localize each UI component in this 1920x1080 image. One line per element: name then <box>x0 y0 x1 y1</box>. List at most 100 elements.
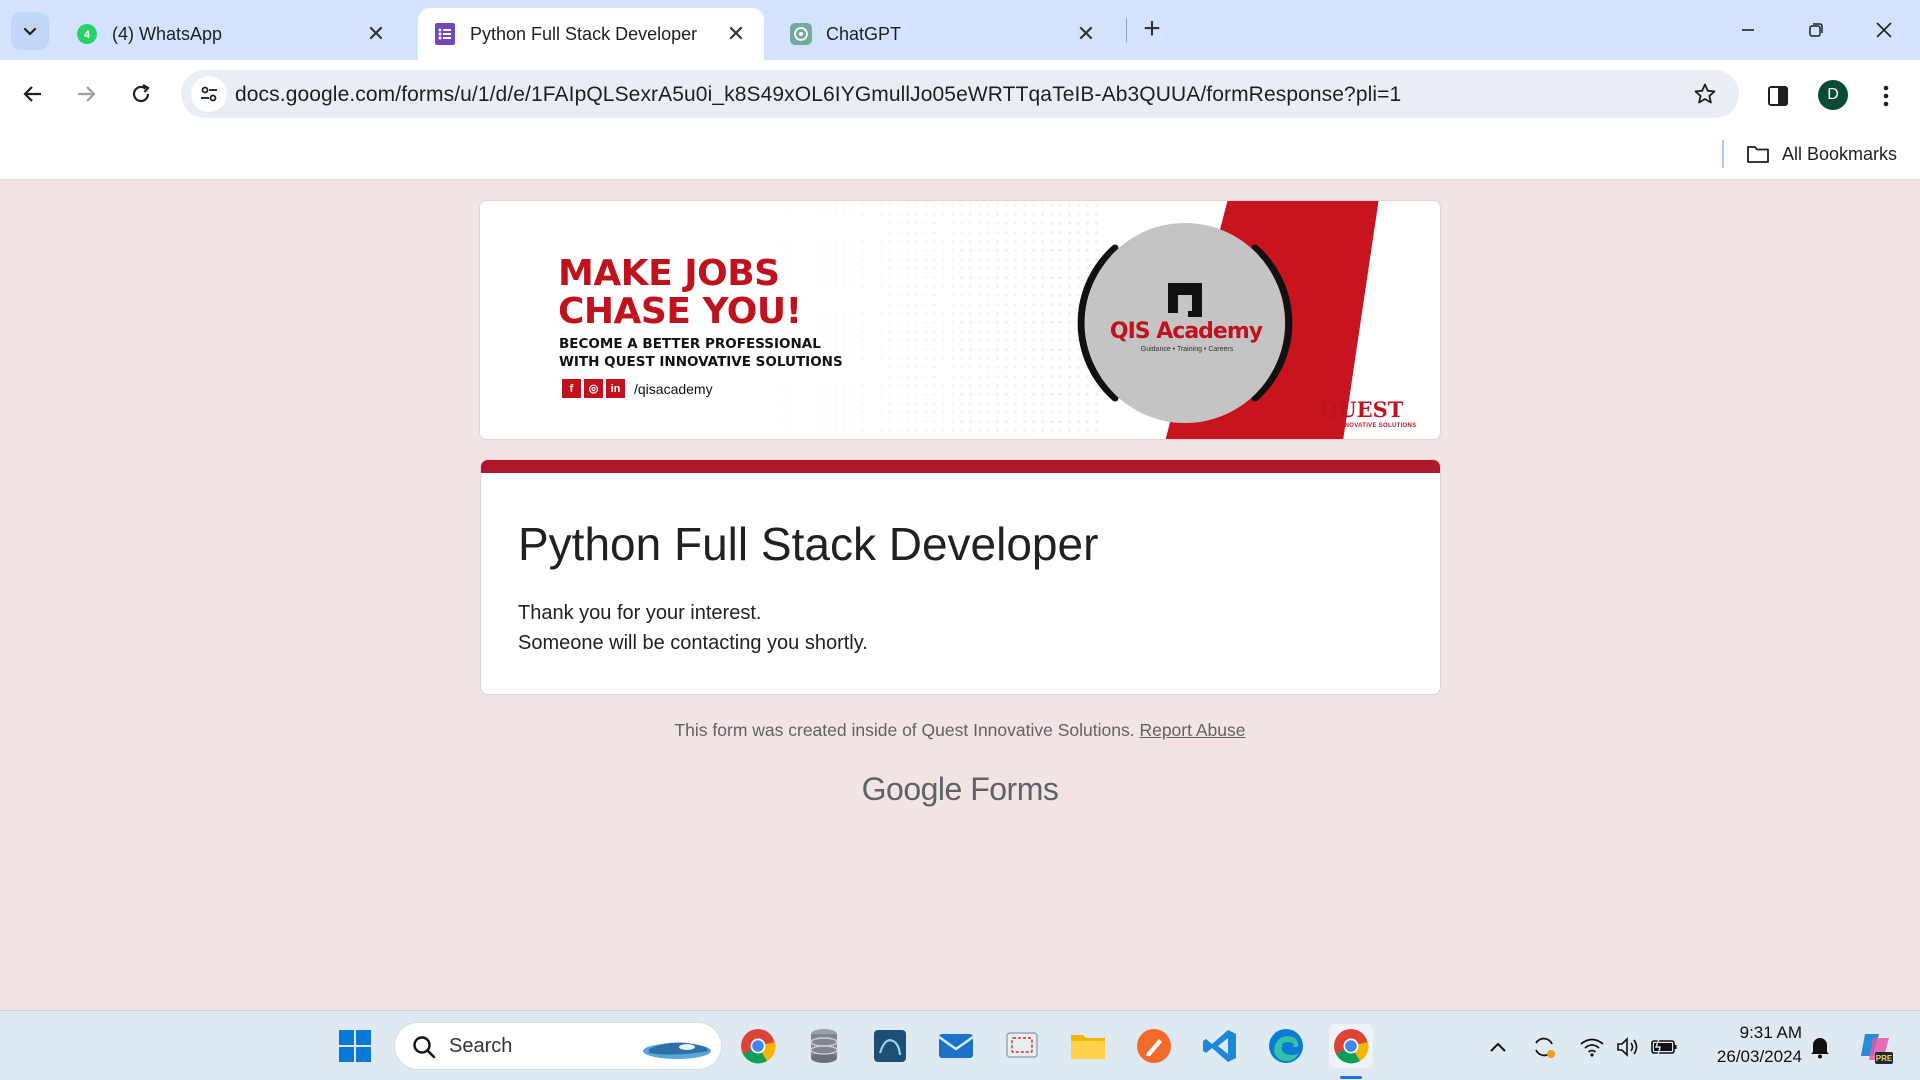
menu-button[interactable] <box>1872 80 1900 112</box>
tab-google-form[interactable]: Python Full Stack Developer ✕ <box>418 8 764 60</box>
close-icon[interactable]: ✕ <box>364 21 388 46</box>
tune-icon <box>201 86 217 102</box>
battery-tray-icon[interactable] <box>1650 1033 1678 1061</box>
tab-search-button[interactable] <box>11 12 49 50</box>
wifi-tray-icon[interactable] <box>1578 1033 1606 1061</box>
chevron-down-icon <box>23 27 37 36</box>
back-button[interactable] <box>13 74 53 114</box>
side-panel-icon <box>1768 86 1788 106</box>
copilot-button[interactable]: PRE <box>1856 1027 1896 1067</box>
site-info-button[interactable] <box>191 76 227 112</box>
taskbar-vscode[interactable] <box>1198 1024 1242 1068</box>
taskbar-file-explorer[interactable] <box>1066 1024 1110 1068</box>
linkedin-icon: in <box>606 379 625 398</box>
taskbar-search[interactable]: Search <box>394 1022 722 1070</box>
taskbar-snipping[interactable] <box>1000 1024 1044 1068</box>
windows-logo-icon <box>339 1030 371 1062</box>
svg-text:4: 4 <box>84 29 91 41</box>
taskbar-chrome-active[interactable] <box>1329 1024 1373 1068</box>
footer-note-text: This form was created inside of Quest In… <box>674 720 1135 740</box>
active-app-indicator <box>1340 1076 1362 1079</box>
copilot-icon: PRE <box>1861 1034 1893 1064</box>
all-bookmarks-label: All Bookmarks <box>1782 143 1898 164</box>
taskbar-chrome[interactable] <box>736 1024 780 1068</box>
facebook-icon: f <box>562 379 581 398</box>
forward-button[interactable] <box>66 74 106 114</box>
windows-taskbar: Search 9:31 AM 26/03/2024 PRE <box>0 1010 1920 1080</box>
clock-date: 26/03/2024 <box>1716 1047 1802 1066</box>
banner-subline: BECOME A BETTER PROFESSIONAL WITH QUEST … <box>559 336 843 370</box>
minimize-button[interactable] <box>1728 10 1768 50</box>
wifi-icon <box>1580 1038 1604 1057</box>
social-links: f ◎ in /qisacademy <box>562 379 713 398</box>
banner-headline: MAKE JOBS CHASE YOU! <box>558 253 802 332</box>
chatgpt-icon <box>790 23 812 45</box>
clock-time: 9:31 AM <box>1739 1023 1802 1042</box>
quest-brand-sub: INNOVATIVE SOLUTIONS <box>1338 423 1417 429</box>
google-forms-icon <box>434 23 456 45</box>
restore-button[interactable] <box>1796 10 1836 50</box>
google-forms-logo[interactable]: Google Forms <box>0 771 1920 808</box>
search-icon <box>413 1036 436 1059</box>
folder-icon <box>1071 1035 1105 1059</box>
forms-wordmark: Forms <box>970 771 1059 807</box>
quest-brand: QUEST <box>1320 397 1404 422</box>
reload-button[interactable] <box>121 74 161 114</box>
new-tab-button[interactable]: + <box>1136 14 1168 46</box>
minimize-icon <box>1742 29 1754 31</box>
svg-text:PRE: PRE <box>1876 1054 1893 1063</box>
search-label: Search <box>449 1035 513 1057</box>
taskbar-mysql[interactable] <box>868 1024 912 1068</box>
sync-tray-icon[interactable] <box>1530 1033 1558 1061</box>
qis-logo-text: QIS Academy <box>1109 319 1263 344</box>
reload-icon <box>132 84 150 103</box>
tab-title: Python Full Stack Developer <box>470 23 698 44</box>
battery-charging-icon <box>1651 1038 1677 1056</box>
close-icon <box>1876 22 1892 38</box>
notifications-button[interactable] <box>1806 1033 1834 1061</box>
chevron-up-icon <box>1490 1042 1506 1052</box>
volume-tray-icon[interactable] <box>1614 1033 1642 1061</box>
close-window-button[interactable] <box>1864 10 1904 50</box>
arrow-right-icon <box>78 86 96 102</box>
whatsapp-icon: 4 <box>76 23 98 45</box>
sync-icon <box>1535 1037 1555 1058</box>
url-text[interactable]: docs.google.com/forms/u/1/d/e/1FAIpQLSex… <box>235 83 1401 107</box>
bookmark-star-button[interactable] <box>1691 80 1719 108</box>
report-abuse-link[interactable]: Report Abuse <box>1139 720 1245 740</box>
tab-chatgpt[interactable]: ChatGPT ✕ <box>774 8 1114 60</box>
speaker-icon <box>1617 1037 1638 1057</box>
message-line-1: Thank you for your interest. <box>518 602 762 624</box>
instagram-icon: ◎ <box>584 379 603 398</box>
footer-note: This form was created inside of Quest In… <box>0 720 1920 741</box>
taskbar-edge[interactable] <box>1264 1024 1308 1068</box>
all-bookmarks-button[interactable]: All Bookmarks <box>1746 140 1897 168</box>
profile-avatar[interactable]: D <box>1818 80 1848 110</box>
taskbar-clock[interactable]: 9:31 AM 26/03/2024 <box>1692 1021 1802 1069</box>
tab-title: (4) WhatsApp <box>112 23 223 44</box>
search-highlight-icon <box>643 1042 711 1059</box>
close-icon[interactable]: ✕ <box>1074 21 1098 46</box>
chrome-icon <box>1334 1029 1369 1064</box>
close-icon[interactable]: ✕ <box>724 21 748 46</box>
tab-strip: 4 (4) WhatsApp ✕ Python Full Stack Devel… <box>0 0 1920 60</box>
start-button[interactable] <box>333 1024 377 1068</box>
bell-icon <box>1811 1038 1829 1059</box>
form-title: Python Full Stack Developer <box>518 518 1099 570</box>
star-icon <box>1694 83 1716 104</box>
taskbar-draw-app[interactable] <box>1132 1024 1176 1068</box>
confirmation-card: Python Full Stack Developer Thank you fo… <box>480 459 1441 695</box>
snipping-tool-icon <box>1006 1032 1038 1058</box>
more-vert-icon <box>1883 85 1889 107</box>
tab-whatsapp[interactable]: 4 (4) WhatsApp ✕ <box>60 8 404 60</box>
taskbar-database[interactable] <box>802 1024 846 1068</box>
arrow-left-icon <box>23 86 41 102</box>
address-bar[interactable]: docs.google.com/forms/u/1/d/e/1FAIpQLSex… <box>181 70 1739 118</box>
taskbar-mail[interactable] <box>934 1024 978 1068</box>
confirmation-message: Thank you for your interest. Someone wil… <box>518 598 868 658</box>
folder-icon <box>1746 144 1770 164</box>
message-line-2: Someone will be contacting you shortly. <box>518 632 868 654</box>
side-panel-button[interactable] <box>1762 80 1794 112</box>
show-hidden-icons-button[interactable] <box>1484 1033 1512 1061</box>
form-page: MAKE JOBS CHASE YOU! BECOME A BETTER PRO… <box>0 181 1920 1010</box>
